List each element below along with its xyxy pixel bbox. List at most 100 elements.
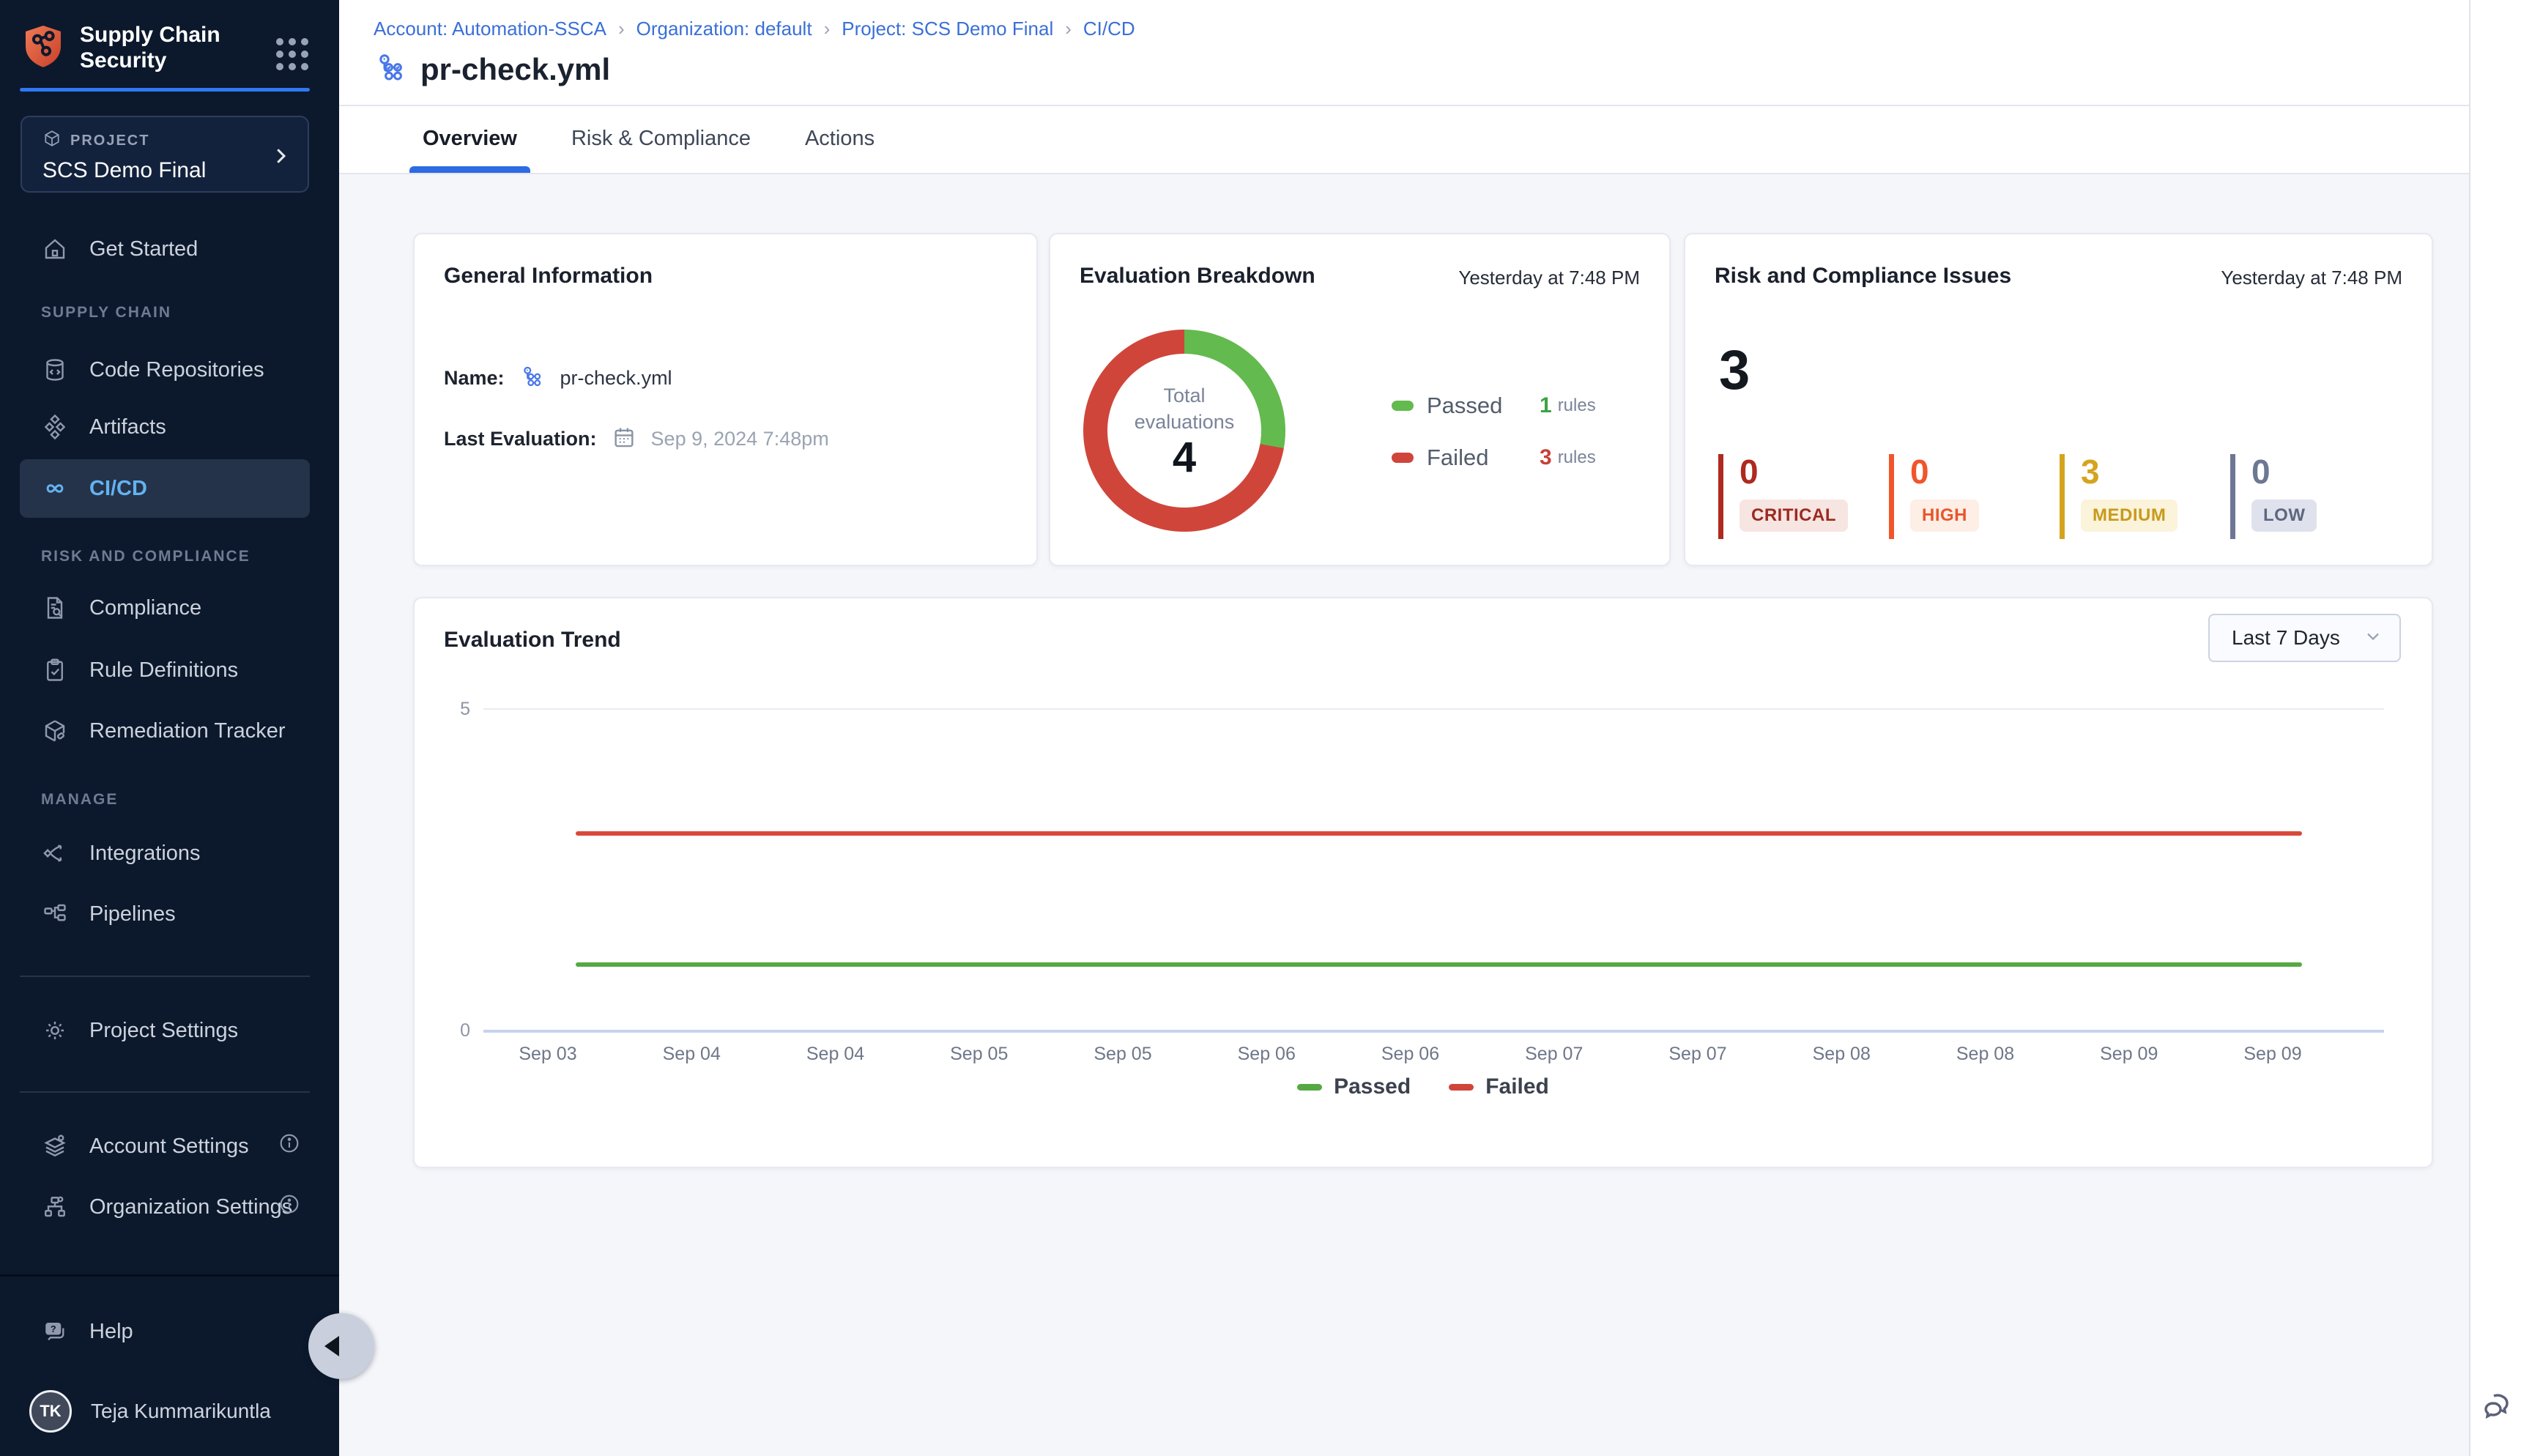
project-name: SCS Demo Final [42,158,293,183]
pipeline-icon [374,50,409,89]
svg-text:?: ? [51,1323,56,1334]
total-issues-value: 3 [1719,338,1750,402]
chevron-right-icon [270,145,292,171]
card-title: Evaluation Trend [444,628,621,653]
tab-risk-compliance[interactable]: Risk & Compliance [571,105,751,173]
calendar-icon [612,425,636,453]
date-range-dropdown[interactable]: Last 7 Days [2208,614,2401,662]
chat-support-icon[interactable] [2479,1389,2514,1428]
app-title: Supply Chain Security [80,22,220,73]
trend-legend: Passed Failed [415,1074,2432,1099]
chevron-right-icon: › [618,18,625,40]
sidebar: Supply Chain Security PROJECT SCS Demo F… [0,0,339,1456]
user-name: Teja Kummarikuntla [91,1400,271,1423]
sidebar-item-help[interactable]: ? Help [20,1302,310,1361]
passed-dot-icon [1392,401,1414,411]
evaluations-donut-chart: Total evaluations 4 [1083,330,1285,532]
sidebar-item-integrations[interactable]: Integrations [20,824,310,883]
y-axis-max-label: 5 [429,699,470,720]
y-axis-min-label: 0 [429,1020,470,1041]
sidebar-item-account-settings[interactable]: Account Settings [20,1117,310,1175]
risk-compliance-issues-card: Risk and Compliance Issues Yesterday at … [1684,233,2433,566]
donut-total-value: 4 [1173,437,1196,479]
integrations-icon [41,839,69,867]
low-badge: LOW [2251,499,2317,532]
shield-logo-icon [20,23,67,73]
org-chart-icon [41,1193,69,1221]
legend-failed-row: Failed 3 rules [1392,445,1596,471]
page-header: Account: Automation-SSCA › Organization:… [339,0,2469,174]
chevron-down-icon [2363,626,2383,650]
infinity-icon [41,475,69,502]
high-count: 0 [1910,454,1979,489]
sidebar-collapse-button[interactable] [308,1313,374,1379]
card-title: General Information [444,264,653,289]
evaluation-trend-card: Evaluation Trend Last 7 Days 5 0 Sep 03S… [413,597,2433,1168]
tab-overview[interactable]: Overview [423,105,517,173]
severity-medium: 3 MEDIUM [2060,454,2177,539]
collapse-left-icon [324,1336,339,1356]
module-accent-bar [20,88,310,92]
breadcrumb-account[interactable]: Account: Automation-SSCA [374,18,606,40]
failed-series-line [576,831,2302,836]
critical-count: 0 [1740,454,1848,489]
main-area: Account: Automation-SSCA › Organization:… [339,0,2521,1456]
legend-failed[interactable]: Failed [1449,1074,1549,1099]
name-value: pr-check.yml [560,367,672,390]
section-manage: MANAGE [41,791,118,809]
severity-critical: 0 CRITICAL [1718,454,1848,539]
cube-icon [42,129,62,152]
sidebar-item-code-repositories[interactable]: Code Repositories [20,341,310,399]
sidebar-item-cicd[interactable]: CI/CD [20,459,310,518]
x-axis-line [483,1030,2384,1033]
severity-low: 0 LOW [2230,454,2317,539]
breadcrumb: Account: Automation-SSCA › Organization:… [374,18,1135,40]
clipboard-check-icon [41,656,69,684]
legend-passed[interactable]: Passed [1297,1074,1411,1099]
tab-actions[interactable]: Actions [805,105,875,173]
breadcrumb-cicd[interactable]: CI/CD [1083,18,1135,40]
app-switcher-icon[interactable] [276,38,308,70]
sidebar-item-project-settings[interactable]: Project Settings [20,1001,310,1060]
donut-center-label: Total [1163,382,1205,409]
chevron-right-icon: › [1065,18,1072,40]
medium-badge: MEDIUM [2081,499,2177,532]
failed-dot-icon [1392,453,1414,463]
sidebar-item-compliance[interactable]: Compliance [20,579,310,637]
breadcrumb-project[interactable]: Project: SCS Demo Final [842,18,1053,40]
code-repository-icon [41,356,69,384]
sidebar-item-remediation-tracker[interactable]: Remediation Tracker [20,702,310,760]
passed-count: 1 [1540,393,1552,418]
right-rail [2469,0,2521,1456]
sidebar-divider [20,976,310,977]
critical-badge: CRITICAL [1740,499,1848,532]
compliance-document-icon [41,594,69,622]
failed-unit: rules [1558,447,1596,468]
help-chat-icon: ? [41,1318,69,1345]
x-axis-labels: Sep 03Sep 04 Sep 04Sep 05 Sep 05Sep 06 S… [504,1044,2317,1065]
pipeline-icon [519,363,546,393]
sidebar-item-pipelines[interactable]: Pipelines [20,885,310,943]
project-label: PROJECT [70,133,149,149]
sidebar-item-get-started[interactable]: Get Started [20,220,310,278]
name-label: Name: [444,367,505,390]
info-icon[interactable] [278,1132,301,1161]
sidebar-item-rule-definitions[interactable]: Rule Definitions [20,641,310,699]
gear-icon [41,1017,69,1044]
evaluation-breakdown-card: Evaluation Breakdown Yesterday at 7:48 P… [1049,233,1671,566]
medium-count: 3 [2081,454,2177,489]
sidebar-item-artifacts[interactable]: Artifacts [20,398,310,456]
info-icon[interactable] [278,1192,301,1222]
low-count: 0 [2251,454,2317,489]
project-selector[interactable]: PROJECT SCS Demo Final [21,116,309,193]
breadcrumb-organization[interactable]: Organization: default [636,18,812,40]
user-profile[interactable]: TK Teja Kummarikuntla [29,1390,271,1433]
severity-high: 0 HIGH [1889,454,1979,539]
remediation-box-icon [41,717,69,745]
layers-icon [41,1132,69,1160]
last-evaluation-row: Last Evaluation: Sep 9, 2024 7:48pm [444,425,829,453]
legend-passed-row: Passed 1 rules [1392,393,1596,419]
last-evaluation-value: Sep 9, 2024 7:48pm [651,428,829,450]
sidebar-item-organization-settings[interactable]: Organization Settings [20,1178,310,1236]
artifacts-icon [41,413,69,441]
